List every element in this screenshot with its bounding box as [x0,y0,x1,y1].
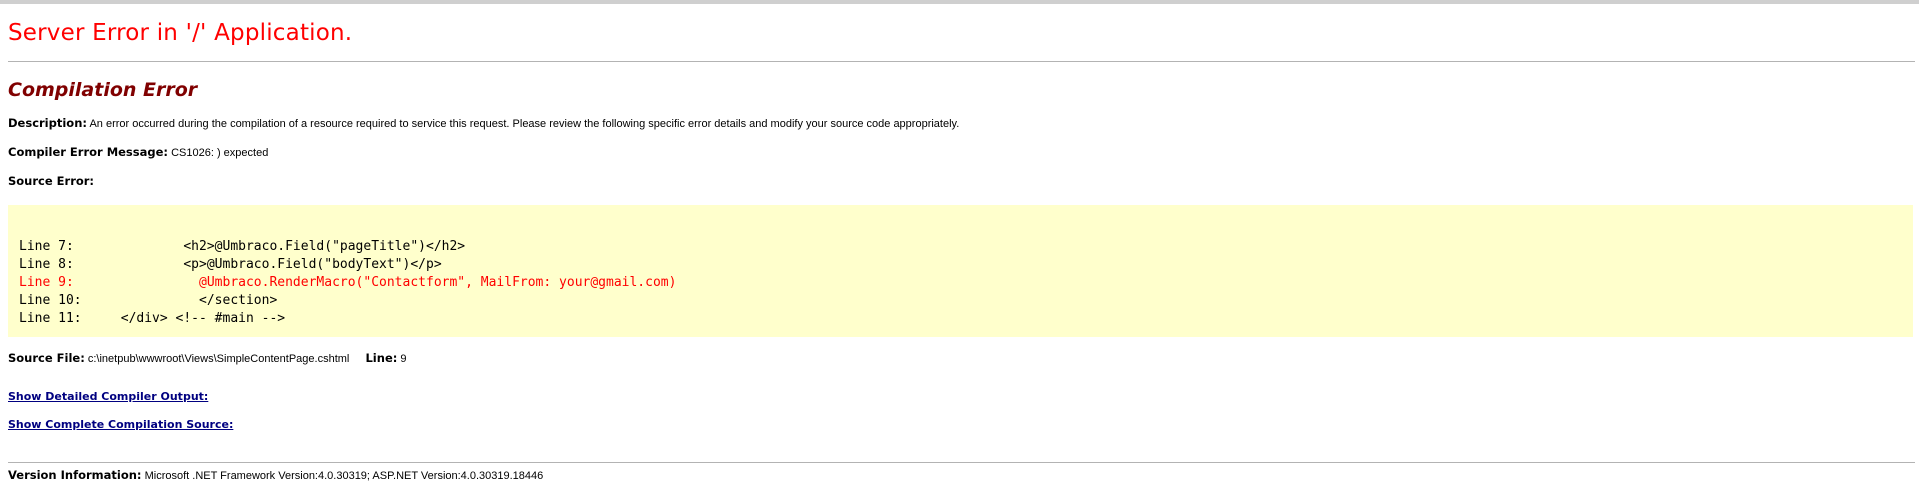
source-code: Line 7: <h2>@Umbraco.Field("pageTitle")<… [19,238,676,328]
compiler-error-label: Compiler Error Message: [8,145,169,159]
compiler-error-message: Compiler Error Message: CS1026: ) expect… [8,144,1911,161]
description-label: Description: [8,116,87,130]
source-line-value: 9 [400,353,407,365]
code-line: Line 7: <h2>@Umbraco.Field("pageTitle")<… [19,239,466,254]
source-code-box: Line 7: <h2>@Umbraco.Field("pageTitle")<… [8,205,1913,337]
error-page: Server Error in '/' Application. Compila… [0,18,1919,484]
error-type-heading: Compilation Error [8,79,198,101]
compiler-error-text: CS1026: ) expected [171,147,269,159]
code-line-error: Line 9: @Umbraco.RenderMacro("Contactfor… [19,275,677,290]
source-error: Source Error: [8,173,1911,190]
divider [8,61,1915,62]
version-label: Version Information: [8,468,142,482]
version-information: Version Information: Microsoft .NET Fram… [8,467,1911,484]
code-line: Line 11: </div> <!-- #main --> [19,311,286,326]
source-file: Source File: c:\inetpub\wwwroot\Views\Si… [8,350,1911,367]
divider [8,462,1915,463]
page-title: Server Error in '/' Application. [8,20,353,46]
source-file-label: Source File: [8,351,85,365]
description: Description: An error occurred during th… [8,115,1911,132]
source-error-label: Source Error: [8,174,95,188]
show-detailed-compiler-output-link[interactable]: Show Detailed Compiler Output: [8,390,208,403]
code-line: Line 8: <p>@Umbraco.Field("bodyText")</p… [19,257,442,272]
complete-source-row: Show Complete Compilation Source: [8,417,1911,433]
top-border [0,0,1919,4]
version-text: Microsoft .NET Framework Version:4.0.303… [144,470,544,482]
code-line: Line 10: </section> [19,293,278,308]
description-text: An error occurred during the compilation… [89,118,960,130]
show-complete-compilation-source-link[interactable]: Show Complete Compilation Source: [8,418,233,431]
source-file-path: c:\inetpub\wwwroot\Views\SimpleContentPa… [87,353,350,365]
detailed-output-row: Show Detailed Compiler Output: [8,389,1911,405]
source-line-label: Line: [365,351,398,365]
